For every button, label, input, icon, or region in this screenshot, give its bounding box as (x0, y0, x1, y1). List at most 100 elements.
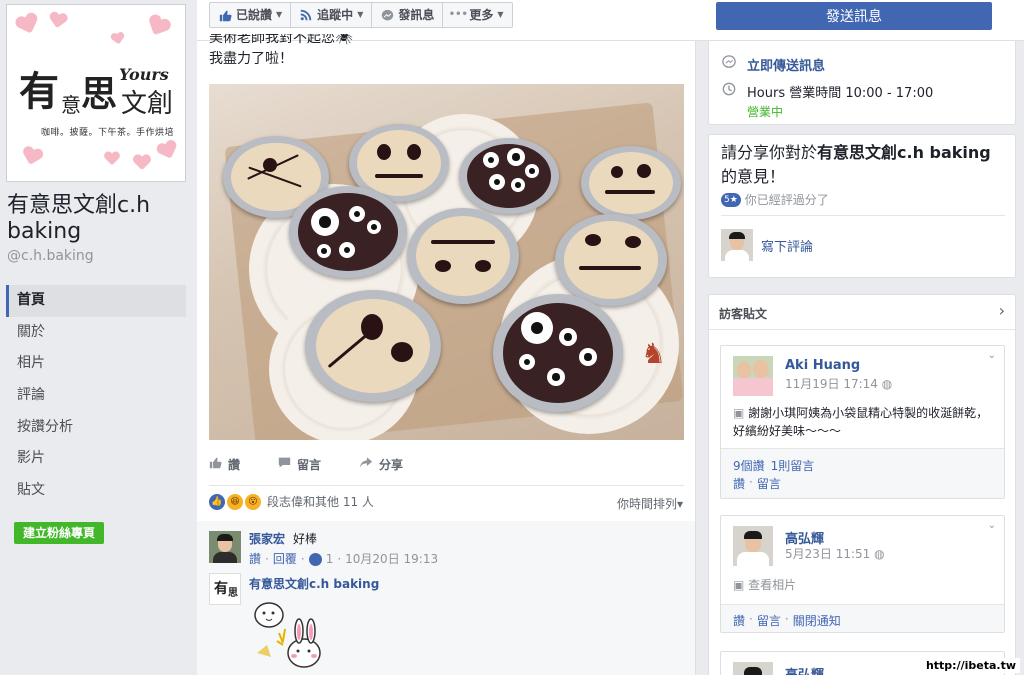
visitor-post-time[interactable]: 11月19日 17:14 ◍ (785, 375, 892, 392)
caret-down-icon: ▼ (357, 10, 364, 19)
page-handle[interactable]: @c.h.baking (7, 248, 94, 264)
write-review-row[interactable]: 寫下評論 (721, 229, 813, 261)
avatar-hair (729, 232, 745, 239)
nav-item-reviews[interactable]: 評論 (6, 380, 186, 412)
nav-item-insights[interactable]: 按讚分析 (6, 412, 186, 444)
candy-eye (483, 152, 499, 168)
logo-text: 文創 (121, 89, 174, 119)
tart-filling (298, 193, 398, 271)
notifications-off-link[interactable]: 關閉通知 (793, 612, 841, 629)
heart-decoration (110, 32, 125, 46)
comment-author[interactable]: 有意思文創c.h baking (249, 575, 379, 592)
comment-action[interactable]: 留言 (278, 456, 321, 473)
like-action[interactable]: 讚 (209, 456, 240, 473)
tart-skull (407, 208, 519, 304)
visitor-post-footer: 9個讚 1則留言 讚 · 留言 (721, 448, 1004, 498)
heart-decoration (48, 12, 68, 31)
hours-label: Hours (747, 86, 786, 101)
post-photo[interactable]: ♞ (209, 84, 684, 440)
candy-eye (317, 244, 331, 258)
nav-item-photos[interactable]: 相片 (6, 348, 186, 380)
visitor-post-text[interactable]: ▣ 查看相片 (733, 576, 998, 594)
visitor-like-link[interactable]: 讚 (733, 612, 745, 629)
reaction-summary[interactable]: 👍 😆 😮 段志偉和其他 11 人 (209, 493, 374, 510)
eye-socket (391, 342, 413, 362)
send-message-link[interactable]: 立即傳送訊息 (747, 55, 825, 74)
avatar[interactable] (733, 526, 773, 566)
logo-text: Yours (119, 65, 169, 84)
avatar-body (737, 552, 769, 566)
comment-author[interactable]: 張家宏 (249, 530, 285, 547)
following-button[interactable]: 追蹤中 ▼ (291, 3, 373, 27)
visitor-post-likes[interactable]: 9個讚 (733, 457, 765, 474)
action-button-group: 已說讚 ▼ 追蹤中 ▼ 發訊息 ••• 更多 ▼ (209, 2, 513, 28)
avatar[interactable] (209, 531, 241, 563)
nav-item-posts[interactable]: 貼文 (6, 475, 186, 507)
more-button[interactable]: ••• 更多 ▼ (443, 3, 511, 27)
visitor-post-author[interactable]: Aki Huang (785, 358, 860, 373)
visitor-comment-link[interactable]: 留言 (757, 475, 781, 492)
caret-down-icon: ▼ (497, 10, 504, 19)
rating-status: 5★ 你已經評過分了 (721, 191, 829, 208)
chevron-down-icon[interactable]: ⌄ (988, 520, 996, 531)
avatar[interactable]: 有 思 (209, 573, 241, 605)
nav-item-videos[interactable]: 影片 (6, 443, 186, 475)
avatar[interactable] (733, 662, 773, 675)
candy-eye (559, 328, 577, 346)
tart-filling (589, 151, 673, 215)
globe-icon: ◍ (881, 377, 893, 391)
comment-reply-link[interactable]: 回覆 (273, 550, 297, 567)
visitor-post-author[interactable]: 高弘輝 (785, 664, 824, 675)
visitor-posts-title[interactable]: 訪客貼文 (719, 305, 767, 322)
horse-figurine: ♞ (640, 337, 666, 370)
chevron-down-icon[interactable]: ⌄ (988, 350, 996, 361)
post-text-line: 美術老師我對不起您🕷 (209, 34, 353, 46)
avatar-head (737, 362, 751, 378)
nav-item-about[interactable]: 關於 (6, 317, 186, 349)
share-action[interactable]: 分享 (359, 456, 403, 473)
avatar-hair (217, 534, 233, 541)
write-review-link[interactable]: 寫下評論 (761, 236, 813, 255)
avatar-body (725, 250, 749, 261)
profile-picture[interactable]: 有 意 思 文創 Yours 咖啡。披薩。下午茶。手作烘培 (6, 4, 186, 182)
chevron-right-icon[interactable]: › (999, 301, 1005, 320)
messenger-icon (721, 55, 737, 71)
thumbs-up-icon (209, 456, 222, 473)
message-button[interactable]: 發訊息 (372, 3, 444, 27)
comment-like-count[interactable]: 1 (326, 552, 334, 566)
liked-button[interactable]: 已說讚 ▼ (210, 3, 292, 27)
tart-skull (555, 214, 667, 306)
send-message-button[interactable]: 發送訊息 (716, 2, 992, 30)
comment-like-link[interactable]: 讚 (249, 550, 261, 567)
candy-eye (489, 174, 505, 190)
candy-eye (547, 368, 565, 386)
avatar[interactable] (733, 356, 773, 396)
nav-item-home[interactable]: 首頁 (6, 285, 186, 317)
tart-eyeballs (459, 138, 559, 214)
globe-icon: ◍ (874, 547, 885, 561)
rated-text: 你已經評過分了 (744, 193, 829, 207)
comment-time[interactable]: 10月20日 19:13 (345, 550, 438, 567)
tart-filling (415, 215, 511, 297)
visitor-comment-link[interactable]: 留言 (757, 612, 781, 629)
visitor-post-time[interactable]: 5月23日 11:51 ◍ (785, 545, 885, 562)
eye-socket (611, 166, 623, 178)
visitor-like-link[interactable]: 讚 (733, 475, 745, 492)
page-avatar-logo: 有 (214, 581, 228, 597)
send-message-row[interactable]: 立即傳送訊息 (721, 55, 825, 74)
stitched-mouth (579, 266, 641, 270)
visitor-post-text: ▣ 謝謝小琪阿姨為小袋鼠精心特製的收涎餅乾，好繽紛好美味～～～ (733, 404, 998, 440)
more-dots-icon: ••• (448, 9, 468, 20)
visitor-post-actions: 讚 · 留言 (733, 475, 781, 492)
view-photos-link[interactable]: 查看相片 (748, 578, 796, 592)
page-avatar-logo: 思 (228, 588, 238, 599)
candy-eye (339, 242, 355, 258)
heart-decoration (144, 13, 172, 40)
tart-skull (305, 290, 441, 402)
page-title[interactable]: 有意思文創c.h baking (7, 193, 192, 245)
candy-eye (521, 312, 553, 344)
comment-sort-dropdown[interactable]: 你時間排列▾ (617, 495, 683, 512)
visitor-post-comments[interactable]: 1則留言 (771, 457, 815, 474)
eye-socket (377, 144, 391, 160)
create-page-button[interactable]: 建立粉絲專頁 (14, 522, 105, 544)
